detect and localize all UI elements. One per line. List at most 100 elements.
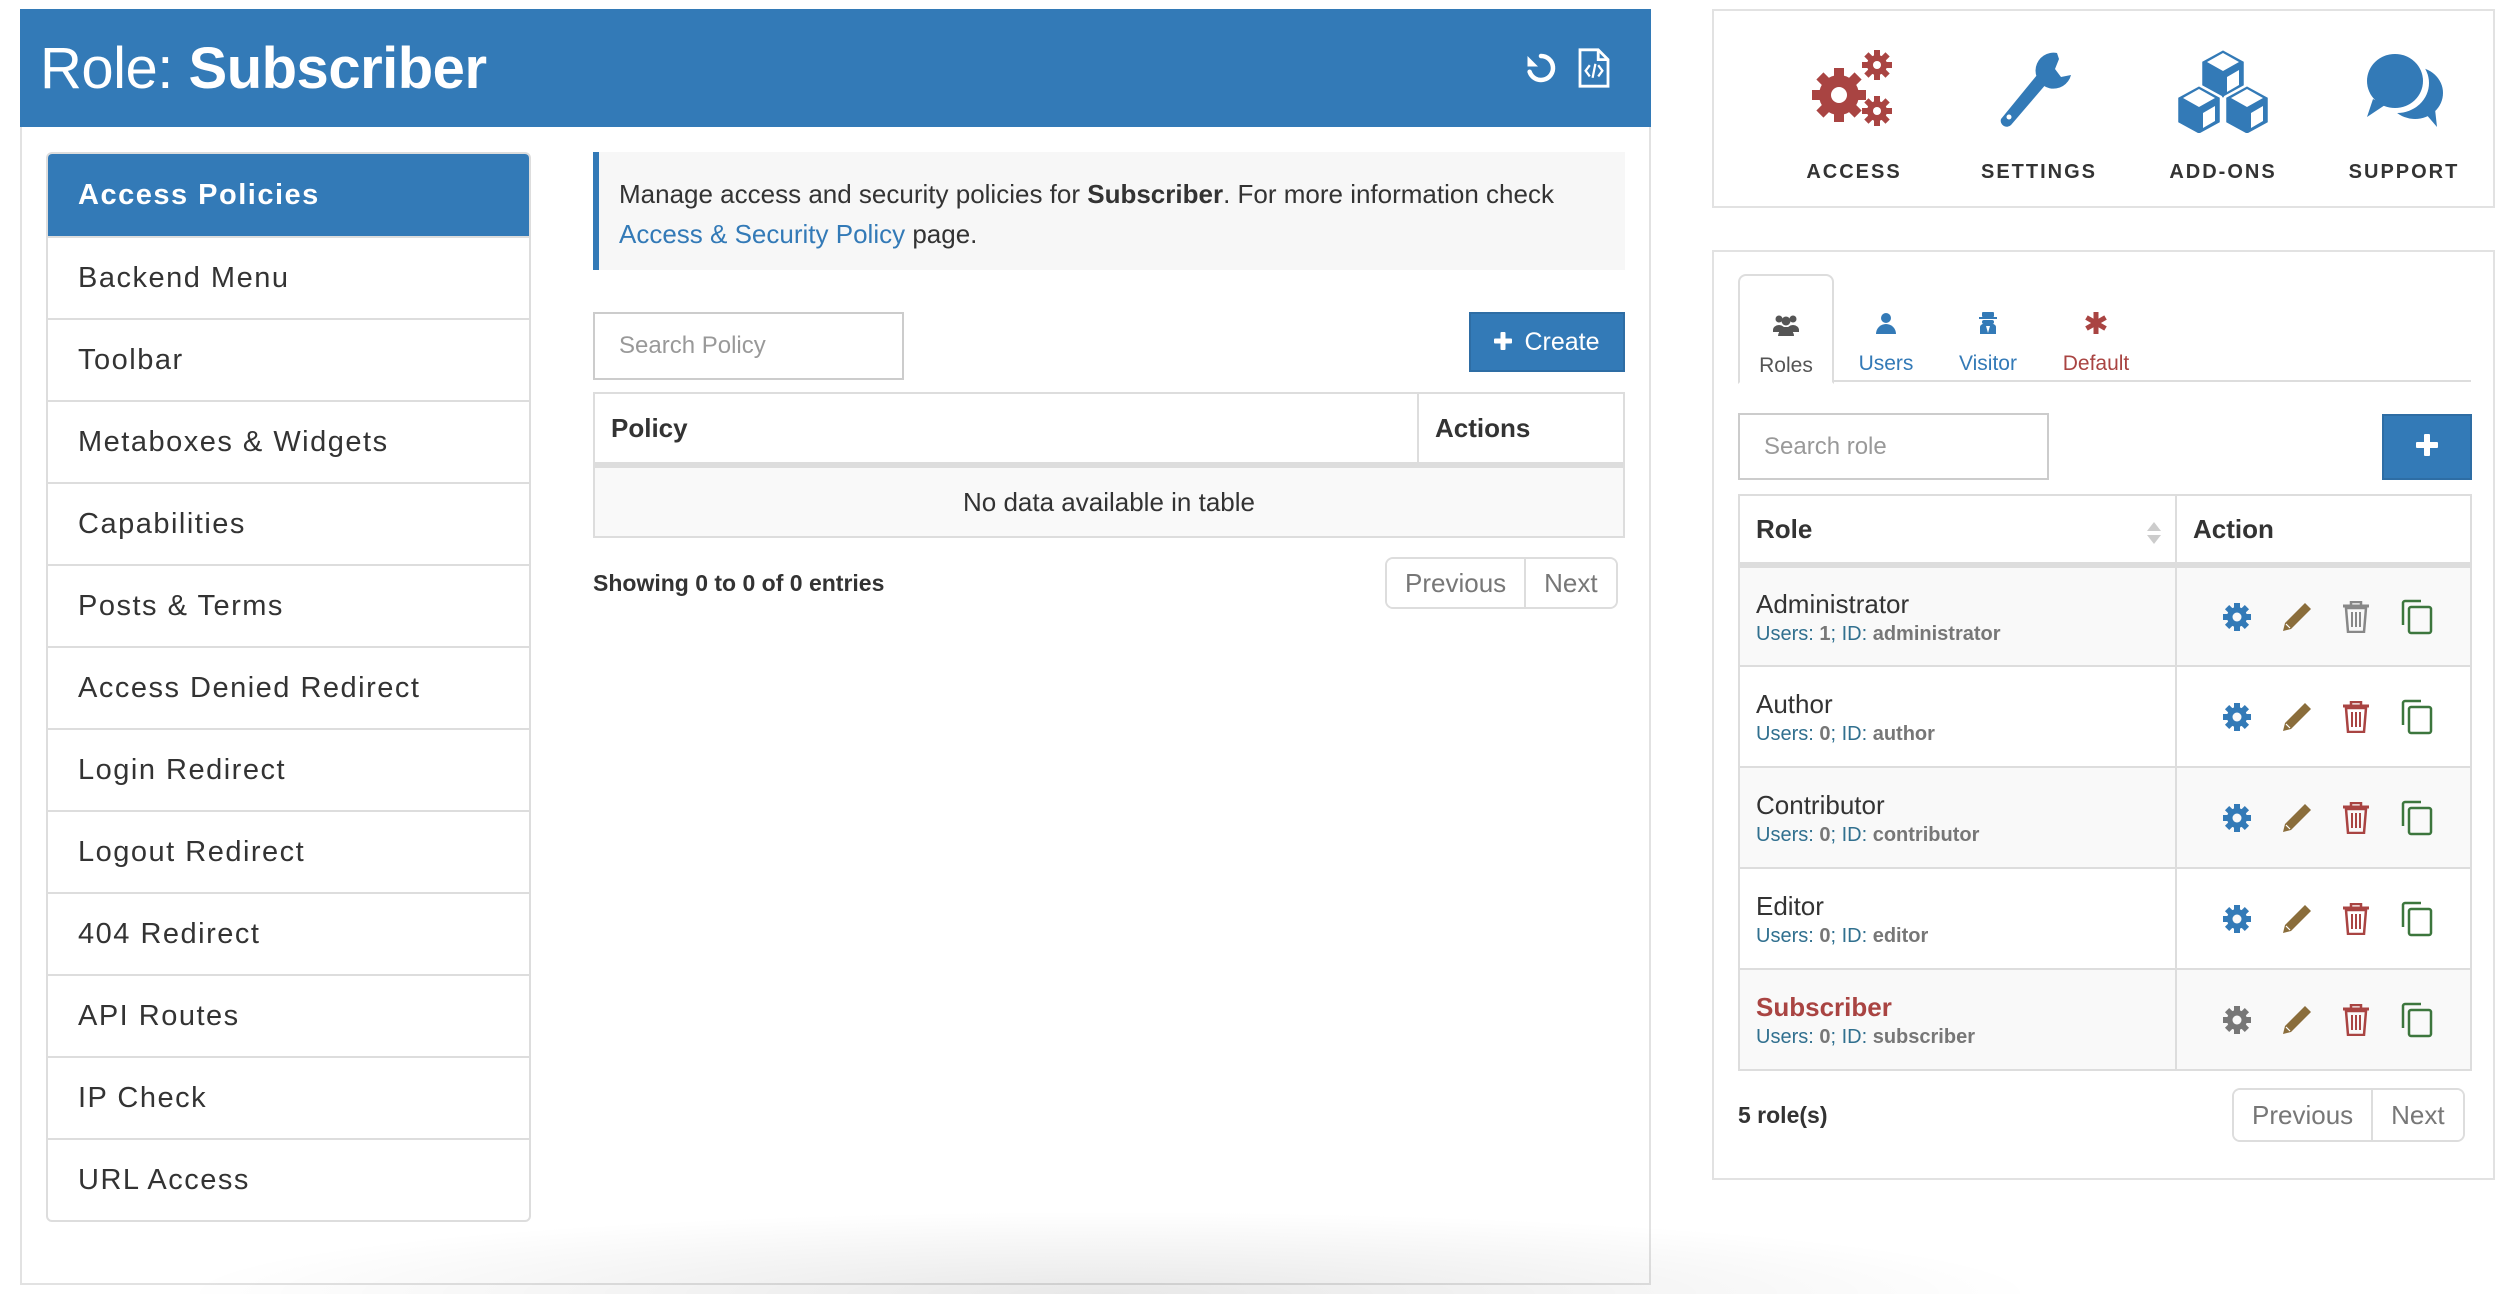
sidebar-item-logout-redirect[interactable]: Logout Redirect — [48, 810, 529, 892]
access-security-policy-link[interactable]: Access & Security Policy — [619, 219, 905, 249]
role-id: administrator — [1872, 623, 2001, 645]
gear-icon[interactable] — [2222, 1005, 2252, 1035]
users-group-icon — [1773, 314, 1799, 342]
info-callout: Manage access and security policies for … — [593, 152, 1625, 270]
sidebar-menu: Access Policies Backend Menu Toolbar Met… — [46, 152, 531, 1222]
column-header-actions: Actions — [1417, 392, 1625, 468]
create-policy-button[interactable]: Create — [1469, 312, 1625, 372]
tab-default[interactable]: Default — [2048, 274, 2144, 382]
search-policy-input[interactable] — [593, 312, 904, 380]
trash-icon[interactable] — [2342, 700, 2370, 733]
action-cell — [2175, 766, 2472, 869]
nav-add-ons[interactable]: ADD-ONS — [2128, 11, 2318, 206]
sidebar-item-404-redirect[interactable]: 404 Redirect — [48, 892, 529, 974]
pencil-icon[interactable] — [2281, 701, 2313, 733]
sidebar-item-posts-terms[interactable]: Posts & Terms — [48, 564, 529, 646]
sidebar-item-login-redirect[interactable]: Login Redirect — [48, 728, 529, 810]
pencil-icon[interactable] — [2281, 802, 2313, 834]
gear-icon[interactable] — [2222, 803, 2252, 833]
column-header-role[interactable]: Role — [1738, 494, 2177, 568]
trash-icon[interactable] — [2342, 902, 2370, 935]
gear-icon[interactable] — [2222, 602, 2252, 632]
role-name[interactable]: Contributor — [1756, 788, 2175, 822]
role-name[interactable]: Administrator — [1756, 587, 2175, 621]
previous-button[interactable]: Previous — [1387, 559, 1525, 607]
trash-icon[interactable] — [2342, 600, 2370, 633]
role-name[interactable]: Author — [1756, 687, 2175, 721]
add-role-button[interactable] — [2382, 414, 2472, 480]
tab-visitor[interactable]: Visitor — [1943, 274, 2033, 382]
create-label: Create — [1524, 327, 1600, 356]
info-text: Manage access and security policies for — [619, 179, 1088, 209]
role-id: author — [1872, 723, 1935, 745]
table-row-empty: No data available in table — [593, 464, 1625, 538]
sort-icon[interactable] — [2147, 520, 2161, 551]
sidebar-item-backend-menu[interactable]: Backend Menu — [48, 236, 529, 318]
users-count: 0 — [1819, 1026, 1831, 1048]
role-name[interactable]: Editor — [1756, 889, 2175, 923]
id-label: ID: — [1841, 623, 1873, 645]
role-meta: Users: 0; ID: subscriber — [1756, 1026, 2175, 1049]
roles-table: Role Action Administrator Users: 1; ID: … — [1738, 494, 2472, 1071]
role-name[interactable]: Subscriber — [1756, 990, 2175, 1024]
id-label: ID: — [1841, 723, 1873, 745]
title-prefix: Role: — [40, 35, 189, 101]
role-cell: Subscriber Users: 0; ID: subscriber — [1738, 968, 2177, 1071]
clone-icon[interactable] — [2399, 599, 2435, 635]
sidebar-item-metaboxes-widgets[interactable]: Metaboxes & Widgets — [48, 400, 529, 482]
next-button[interactable]: Next — [2371, 1090, 2463, 1140]
next-button[interactable]: Next — [1524, 559, 1616, 607]
sidebar-item-url-access[interactable]: URL Access — [48, 1138, 529, 1220]
sidebar-item-api-routes[interactable]: API Routes — [48, 974, 529, 1056]
role-cell: Author Users: 0; ID: author — [1738, 665, 2177, 768]
nav-access[interactable]: ACCESS — [1759, 11, 1949, 206]
trash-icon[interactable] — [2342, 1003, 2370, 1036]
tab-users-label: Users — [1858, 352, 1914, 375]
previous-button[interactable]: Previous — [2234, 1090, 2372, 1140]
trash-icon[interactable] — [2342, 801, 2370, 834]
sidebar-item-ip-check[interactable]: IP Check — [48, 1056, 529, 1138]
table-row: Contributor Users: 0; ID: contributor — [1738, 766, 2472, 869]
column-header-policy[interactable]: Policy — [593, 392, 1419, 468]
id-label: ID: — [1841, 925, 1873, 947]
users-count: 0 — [1819, 925, 1831, 947]
export-code-icon[interactable] — [1577, 47, 1611, 89]
nav-add-ons-label: ADD-ONS — [2169, 161, 2277, 183]
search-role-input[interactable] — [1738, 413, 2049, 480]
users-label: Users: — [1756, 925, 1820, 947]
roles-count: 5 role(s) — [1738, 1102, 1828, 1128]
role-cell: Contributor Users: 0; ID: contributor — [1738, 766, 2177, 869]
clone-icon[interactable] — [2399, 800, 2435, 836]
tab-users[interactable]: Users — [1846, 274, 1926, 382]
gear-icon[interactable] — [2222, 702, 2252, 732]
tab-roles[interactable]: Roles — [1738, 274, 1834, 384]
sidebar-item-toolbar[interactable]: Toolbar — [48, 318, 529, 400]
clone-icon[interactable] — [2399, 699, 2435, 735]
users-count: 0 — [1819, 824, 1831, 846]
nav-settings[interactable]: SETTINGS — [1944, 11, 2134, 206]
role-meta: Users: 1; ID: administrator — [1756, 623, 2175, 646]
sidebar-item-access-denied-redirect[interactable]: Access Denied Redirect — [48, 646, 529, 728]
nav-support[interactable]: SUPPORT — [2309, 11, 2499, 206]
pencil-icon[interactable] — [2281, 1004, 2313, 1036]
role-meta: Users: 0; ID: contributor — [1756, 824, 2175, 847]
id-label: ID: — [1841, 1026, 1873, 1048]
column-header-action: Action — [2175, 494, 2472, 568]
top-nav-panel: ACCESS SETTINGS ADD-ONS SUPPORT — [1712, 9, 2495, 208]
nav-access-label: ACCESS — [1806, 161, 1902, 183]
id-label: ID: — [1841, 824, 1873, 846]
gear-icon[interactable] — [2222, 904, 2252, 934]
sidebar-item-access-policies[interactable]: Access Policies — [48, 154, 529, 236]
pencil-icon[interactable] — [2281, 601, 2313, 633]
plus-icon — [1494, 328, 1513, 357]
action-cell — [2175, 968, 2472, 1071]
clone-icon[interactable] — [2399, 901, 2435, 937]
clone-icon[interactable] — [2399, 1002, 2435, 1038]
users-count: 0 — [1819, 723, 1831, 745]
plus-icon — [2416, 433, 2438, 461]
table-row: Subscriber Users: 0; ID: subscriber — [1738, 968, 2472, 1071]
reset-icon[interactable] — [1523, 50, 1559, 86]
action-cell — [2175, 665, 2472, 768]
sidebar-item-capabilities[interactable]: Capabilities — [48, 482, 529, 564]
pencil-icon[interactable] — [2281, 903, 2313, 935]
